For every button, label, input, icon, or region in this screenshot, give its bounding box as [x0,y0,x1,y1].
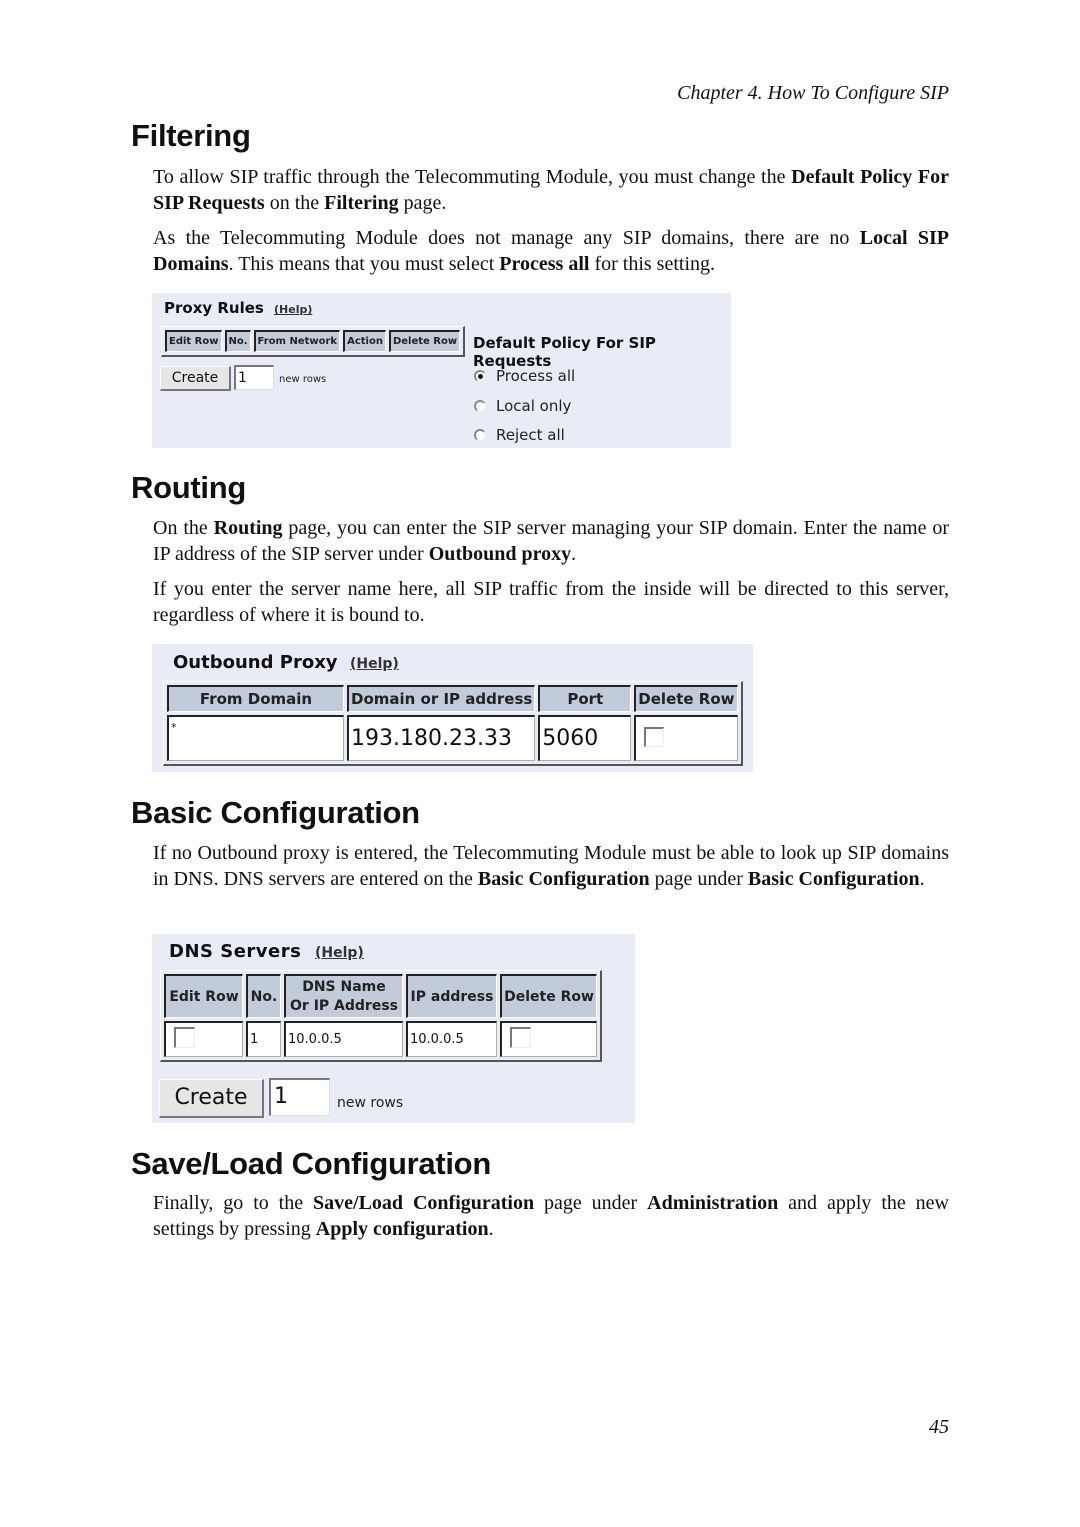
col-delete-row: Delete Row [388,330,461,352]
bold-term: Save/Load Configuration [313,1192,535,1214]
new-rows-label: new rows [337,1095,404,1111]
col-delete-row: Delete Row [634,685,738,712]
delete-row-checkbox[interactable] [510,1027,531,1048]
new-rows-input[interactable]: 1 [269,1078,330,1116]
col-no: No. [246,974,281,1018]
outbound-proxy-table: From Domain Domain or IP address Port De… [163,681,743,766]
filtering-paragraph-2: As the Telecommuting Module does not man… [153,227,949,275]
col-domain-or-ip: Domain or IP address [347,685,536,712]
delete-row-cell [500,1021,597,1057]
section-title-basic-configuration: Basic Configuration [131,795,420,830]
radio-label: Local only [496,397,572,415]
routing-paragraph-2: If you enter the server name here, all S… [153,578,949,626]
radio-process-all[interactable]: Process all [474,367,575,385]
filtering-paragraph-1: To allow SIP traffic through the Telecom… [153,166,949,214]
bold-term: Basic Configuration [747,868,920,890]
bold-term: Outbound proxy [428,543,572,565]
domain-or-ip-input[interactable]: 193.180.23.33 [347,715,536,761]
col-delete-row: Delete Row [500,974,597,1018]
col-edit-row: Edit Row [165,330,222,352]
ip-address-value: 10.0.0.5 [406,1021,497,1057]
radio-button[interactable] [474,370,486,382]
page-number: 45 [929,1416,949,1438]
delete-row-checkbox[interactable] [644,726,665,747]
radio-local-only[interactable]: Local only [474,397,571,415]
default-policy-title: Default Policy For SIP Requests [473,334,656,370]
outbound-proxy-help-link[interactable]: (Help) [350,656,399,672]
dns-servers-title: DNS Servers [169,941,302,962]
radio-label: Process all [496,367,576,385]
col-ip-address: IP address [406,974,497,1018]
col-action: Action [343,330,386,352]
basic-paragraph-1: If no Outbound proxy is entered, the Tel… [153,842,949,890]
section-title-save-load: Save/Load Configuration [131,1146,491,1181]
outbound-proxy-title: Outbound Proxy [173,652,338,673]
section-title-routing: Routing [131,470,246,505]
dns-name-value: 10.0.0.5 [284,1021,403,1057]
col-dns-name-line1: DNS Name [302,978,386,995]
edit-row-checkbox[interactable] [174,1027,195,1048]
col-dns-name: DNS Name Or IP Address [284,974,403,1018]
routing-paragraph-1: On the Routing page, you can enter the S… [153,517,949,565]
col-port: Port [538,685,632,712]
bold-term: Filtering [324,192,399,214]
outbound-proxy-panel: Outbound Proxy (Help) From Domain Domain… [152,644,753,772]
radio-button[interactable] [474,429,486,441]
radio-label: Reject all [496,426,565,444]
col-from-network: From Network [253,330,341,352]
edit-row-cell [164,1021,243,1057]
create-button[interactable]: Create [159,1079,264,1118]
new-rows-label: new rows [279,374,327,385]
from-domain-input[interactable]: * [167,715,344,761]
saveload-paragraph-1: Finally, go to the Save/Load Configurati… [153,1192,949,1240]
new-rows-input[interactable]: 1 [234,365,274,390]
running-head: Chapter 4. How To Configure SIP [677,82,949,104]
delete-row-cell [634,715,738,761]
proxy-rules-title: Proxy Rules [164,299,264,317]
proxy-rules-table: Edit Row No. From Network Action Delete … [161,326,466,357]
bold-term: Process all [499,253,590,275]
row-number: 1 [246,1021,281,1057]
radio-reject-all[interactable]: Reject all [474,426,565,444]
proxy-rules-help-link[interactable]: (Help) [274,303,312,316]
port-input[interactable]: 5060 [538,715,632,761]
section-title-filtering: Filtering [131,118,251,153]
proxy-rules-panel: Proxy Rules (Help) Edit Row No. From Net… [152,293,731,448]
col-no: No. [224,330,251,352]
bold-term: Basic Configuration [477,868,650,890]
dns-servers-panel: DNS Servers (Help) Edit Row No. DNS Name… [152,934,635,1123]
bold-term: Default Policy For SIP Requests [153,166,949,214]
dns-servers-table: Edit Row No. DNS Name Or IP Address IP a… [160,970,602,1062]
bold-term: Routing [213,517,283,539]
bold-term: Apply configuration [315,1218,489,1240]
col-dns-name-line2: Or IP Address [290,997,398,1014]
col-edit-row: Edit Row [164,974,243,1018]
dns-servers-help-link[interactable]: (Help) [315,945,364,961]
bold-term: Administration [647,1192,779,1214]
col-from-domain: From Domain [167,685,344,712]
radio-button[interactable] [474,400,486,412]
create-button[interactable]: Create [160,366,231,391]
